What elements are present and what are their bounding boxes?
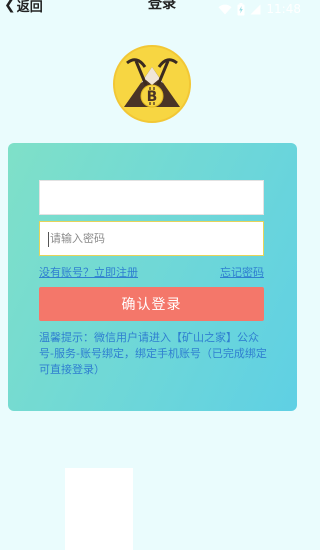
text-cursor — [48, 232, 49, 247]
top-bar: ❮ 返回 登录 11:48 — [0, 0, 305, 22]
login-button[interactable]: 确认登录 — [39, 287, 264, 321]
back-button[interactable]: ❮ 返回 — [4, 0, 43, 16]
svg-text:B: B — [147, 89, 158, 105]
signal-icon — [250, 4, 261, 14]
username-field[interactable] — [39, 180, 264, 215]
bottom-placeholder — [65, 468, 133, 550]
login-card: 没有账号？立即注册 忘记密码 确认登录 温馨提示：微信用户请进入【矿山之家】公众… — [8, 143, 297, 411]
login-screen: ❮ 返回 登录 11:48 B 没有账号？立即注册 忘记密码 确认登录 温馨提示… — [0, 0, 305, 550]
bitcoin-mining-logo-icon: B — [113, 45, 191, 123]
wechat-binding-tip: 温馨提示：微信用户请进入【矿山之家】公众号-服务-账号绑定，绑定手机账号（已完成… — [39, 331, 267, 376]
auth-links: 没有账号？立即注册 忘记密码 — [39, 264, 264, 280]
battery-charging-icon — [237, 2, 245, 15]
register-link[interactable]: 没有账号？立即注册 — [39, 264, 138, 280]
wifi-icon — [218, 4, 232, 14]
chevron-left-icon: ❮ — [4, 0, 16, 13]
status-bar: 11:48 — [218, 2, 301, 16]
status-time: 11:48 — [266, 2, 301, 16]
back-label: 返回 — [16, 0, 43, 15]
username-input[interactable] — [40, 181, 263, 214]
forgot-password-link[interactable]: 忘记密码 — [220, 264, 264, 280]
page-title: 登录 — [148, 0, 176, 12]
password-input[interactable] — [40, 222, 263, 255]
password-field[interactable] — [39, 221, 264, 256]
